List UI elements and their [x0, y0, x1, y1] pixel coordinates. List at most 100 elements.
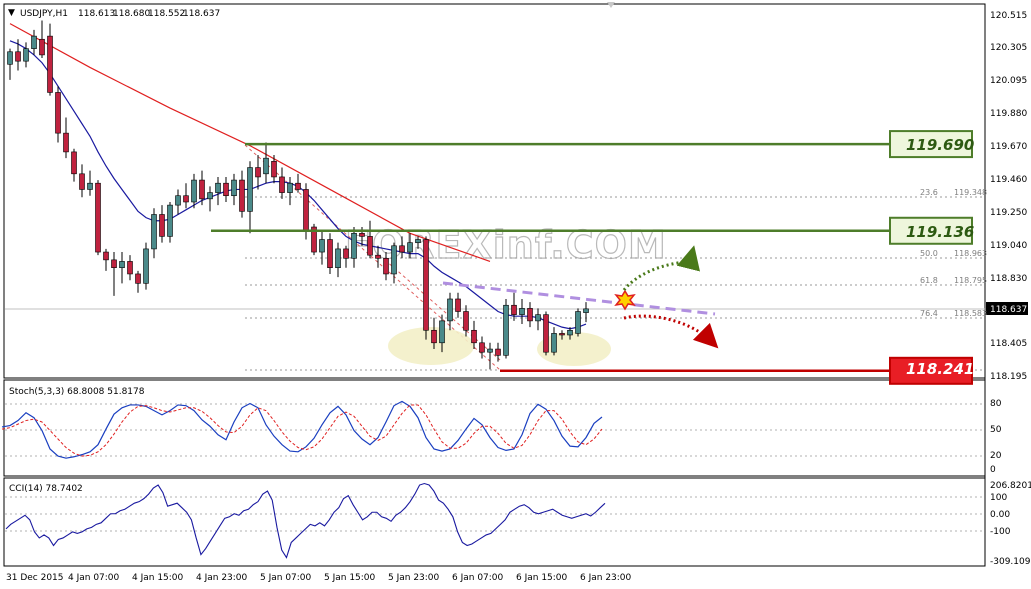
header-low: 118.552: [148, 9, 185, 19]
fib-price-label: 118.795: [954, 276, 987, 285]
cci-tick: 0.00: [990, 510, 1010, 520]
price-axis: 120.515 120.305 120.095 119.880 119.670 …: [990, 11, 1027, 382]
candle-body: [247, 167, 253, 212]
candle-body: [511, 304, 517, 315]
candle-body: [15, 51, 21, 62]
candle-body: [223, 182, 229, 197]
candle-body: [151, 214, 157, 250]
candle-body: [119, 261, 125, 268]
candle-body: [239, 179, 245, 212]
candle-body: [295, 182, 301, 190]
price-tick: 119.880: [990, 109, 1027, 119]
candle-body: [423, 239, 429, 331]
candle-body: [71, 151, 77, 175]
candle-body: [39, 38, 45, 56]
fib-price-label: 119.348: [954, 188, 987, 197]
time-tick: 4 Jan 23:00: [196, 573, 248, 583]
candle-body: [415, 239, 421, 243]
candle-body: [367, 236, 373, 256]
candle-body: [175, 195, 181, 206]
time-tick: 4 Jan 07:00: [68, 573, 120, 583]
time-tick: 6 Jan 23:00: [580, 573, 632, 583]
candle-body: [583, 308, 589, 313]
stoch-tick: 50: [990, 425, 1002, 435]
candle-body: [7, 51, 13, 65]
candle-body: [159, 214, 165, 237]
candle-body: [383, 258, 389, 275]
time-tick: 6 Jan 07:00: [452, 573, 504, 583]
candle-body: [447, 298, 453, 322]
price-tick: 120.515: [990, 11, 1027, 21]
fib-price-label: 118.583: [954, 309, 987, 318]
candle-body: [535, 314, 541, 322]
price-tick: 119.250: [990, 208, 1027, 218]
candle-body: [215, 182, 221, 193]
header-high: 118.680: [113, 9, 150, 19]
candle-body: [263, 157, 269, 175]
level-label-middle: 119.136: [906, 223, 974, 241]
candle-body: [335, 248, 341, 268]
level-label-support: 118.241: [906, 360, 974, 378]
candle-body: [439, 320, 445, 344]
time-axis: 31 Dec 2015 4 Jan 07:00 4 Jan 15:00 4 Ja…: [6, 573, 632, 583]
candle-body: [143, 248, 149, 284]
candle-body: [79, 173, 85, 190]
stoch-label: Stoch(5,3,3) 68.8008 51.8178: [9, 387, 145, 397]
candle-body: [183, 195, 189, 203]
candle-body: [375, 254, 381, 259]
price-tick: 118.830: [990, 274, 1027, 284]
candle-body: [303, 189, 309, 231]
candle-body: [551, 333, 557, 353]
candle-body: [63, 132, 69, 153]
fib-ratio-label: 61.8: [920, 276, 938, 285]
candle-body: [343, 248, 349, 259]
stoch-tick: 80: [990, 399, 1002, 409]
candle-body: [567, 329, 573, 336]
candle-body: [359, 232, 365, 237]
candle-body: [23, 48, 29, 62]
candle-body: [455, 298, 461, 312]
candle-body: [319, 239, 325, 253]
candle-body: [95, 182, 101, 253]
time-tick: 5 Jan 15:00: [324, 573, 376, 583]
candle-body: [519, 308, 525, 315]
collapse-arrow-icon[interactable]: ▼: [8, 8, 15, 18]
candle-body: [255, 167, 261, 178]
candle-body: [207, 192, 213, 200]
fib-ratio-label: 23.6: [920, 188, 938, 197]
header-open: 118.613: [78, 9, 115, 19]
candle-body: [167, 204, 173, 237]
candle-body: [351, 232, 357, 259]
candle-body: [559, 333, 565, 336]
fib-ratio-label: 76.4: [920, 309, 938, 318]
cci-tick: 100: [990, 493, 1007, 503]
price-tick: 120.095: [990, 76, 1027, 86]
time-tick: 31 Dec 2015: [6, 573, 64, 583]
main-pane-frame: [3, 3, 986, 379]
candle-body: [479, 342, 485, 353]
candle-body: [391, 245, 397, 275]
candle-body: [135, 273, 141, 284]
time-tick: 6 Jan 15:00: [516, 573, 568, 583]
price-tick: 120.305: [990, 43, 1027, 53]
fib-price-label: 118.963: [954, 249, 987, 258]
chart-window: FOREXinf.COM ▼ USDJPY,H1 118.613 118.680…: [1, 2, 1031, 583]
fib-ratio-label: 50.0: [920, 249, 938, 258]
candle-body: [111, 259, 117, 268]
time-tick: 4 Jan 15:00: [132, 573, 184, 583]
candle-body: [327, 239, 333, 268]
price-tick: 119.670: [990, 142, 1027, 152]
candle-body: [575, 311, 581, 334]
candle-body: [431, 329, 437, 344]
candle-body: [407, 242, 413, 253]
candle-body: [543, 314, 549, 353]
candle-body: [199, 179, 205, 200]
candle-body: [103, 251, 109, 261]
candle-body: [231, 179, 237, 197]
candle-body: [495, 348, 501, 356]
price-tick: 118.195: [990, 372, 1027, 382]
candle-body: [279, 176, 285, 193]
chart-symbol-label: USDJPY,H1: [20, 9, 68, 19]
candle-body: [471, 329, 477, 344]
candle-body: [31, 35, 37, 49]
